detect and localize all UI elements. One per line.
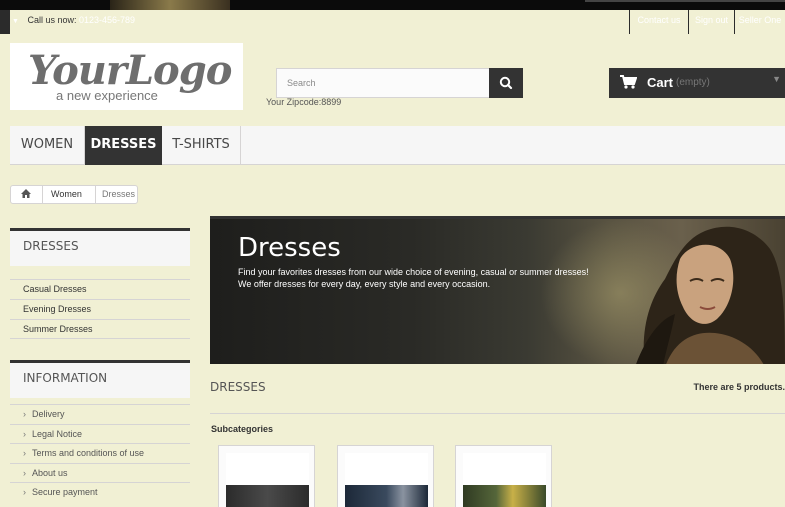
home-icon[interactable] [20, 188, 32, 201]
cart-status: (empty) [676, 77, 710, 88]
logo[interactable]: YourLogo a new experience [10, 43, 243, 110]
menu-item-dresses[interactable]: DRESSES [85, 126, 162, 165]
subcategory-card-summer-dresses[interactable] [455, 445, 552, 507]
account-link[interactable]: Seller One [734, 10, 785, 34]
breadcrumb-separator [95, 186, 96, 203]
chevron-down-icon[interactable]: ▼ [12, 18, 19, 25]
info-link-label: About us [32, 467, 68, 478]
information-block-title[interactable]: INFORMATION [10, 360, 190, 398]
subcategory-image[interactable] [463, 453, 546, 507]
top-banner-bar [585, 0, 785, 2]
logo-main-text: YourLogo [28, 47, 232, 94]
info-link-label: Delivery [32, 409, 65, 419]
top-nav: ▼ Call us now: 0123-456-789 Contact us S… [0, 10, 785, 34]
cart-icon [620, 75, 637, 89]
cart-button[interactable]: Cart (empty) ▼ [609, 68, 785, 98]
contact-us-link[interactable]: Contact us [629, 10, 688, 34]
logo-tagline: a new experience [56, 88, 158, 103]
information-list: › Delivery › Legal Notice › Terms and condi… [10, 404, 190, 502]
info-link-terms[interactable]: › Terms and conditions of use [10, 443, 190, 463]
breadcrumb-women[interactable]: Women [51, 189, 82, 199]
nav-edge [0, 10, 10, 34]
subcategories-title: Subcategories [211, 424, 274, 434]
info-link-delivery[interactable]: › Delivery [10, 404, 190, 424]
menu-item-women[interactable]: WOMEN [10, 126, 85, 165]
info-link-label: Secure payment [32, 487, 98, 497]
divider [210, 413, 785, 414]
chevron-right-icon: › [23, 428, 26, 439]
subcategory-image[interactable] [226, 453, 309, 507]
sign-out-link[interactable]: Sign out [688, 10, 734, 34]
category-casual-dresses[interactable]: Casual Dresses [10, 279, 190, 299]
categories-block-title[interactable]: DRESSES [10, 228, 190, 266]
chevron-right-icon: › [23, 467, 26, 478]
breadcrumb-separator [42, 186, 43, 203]
category-description-line1: Find your favorites dresses from our wid… [238, 267, 589, 277]
search-icon [499, 76, 513, 90]
subcategory-image[interactable] [345, 453, 428, 507]
category-summer-dresses[interactable]: Summer Dresses [10, 319, 190, 339]
chevron-right-icon: › [23, 409, 26, 419]
product-count: There are 5 products. [693, 382, 785, 392]
top-banner-image [110, 0, 230, 10]
main-menu: WOMEN DRESSES T-SHIRTS [10, 126, 785, 165]
call-us: ▼ Call us now: 0123-456-789 [12, 15, 135, 25]
category-banner: Dresses Find your favorites dresses from… [210, 216, 785, 364]
search-input[interactable]: Search [276, 68, 490, 98]
chevron-right-icon: › [23, 448, 26, 458]
page-title: DRESSES [210, 380, 266, 394]
phone-number: 0123-456-789 [79, 15, 136, 25]
breadcrumb: Women Dresses [10, 185, 138, 204]
top-banner [0, 0, 785, 10]
category-title: Dresses [238, 233, 341, 263]
category-evening-dresses[interactable]: Evening Dresses [10, 299, 190, 319]
subcategory-card-casual-dresses[interactable] [218, 445, 315, 507]
category-description-line2: We offer dresses for every day, every st… [238, 279, 491, 289]
search-button[interactable] [489, 68, 523, 98]
menu-item-tshirts[interactable]: T-SHIRTS [162, 126, 241, 165]
zipcode-text: Your Zipcode:8899 [266, 97, 342, 107]
chevron-down-icon[interactable]: ▼ [772, 74, 781, 84]
info-link-legal-notice[interactable]: › Legal Notice [10, 423, 190, 444]
chevron-right-icon: › [23, 487, 26, 497]
subcategory-card-evening-dresses[interactable] [337, 445, 434, 507]
info-link-secure-payment[interactable]: › Secure payment [10, 482, 190, 502]
info-link-label: Terms and conditions of use [32, 448, 145, 458]
banner-model-image [636, 226, 785, 364]
cart-label: Cart [647, 75, 674, 90]
info-link-label: Legal Notice [32, 428, 83, 439]
call-us-label: Call us now: [27, 15, 77, 25]
breadcrumb-dresses: Dresses [102, 189, 136, 199]
categories-list: Casual Dresses Evening Dresses Summer Dr… [10, 279, 190, 339]
info-link-about-us[interactable]: › About us [10, 462, 190, 483]
